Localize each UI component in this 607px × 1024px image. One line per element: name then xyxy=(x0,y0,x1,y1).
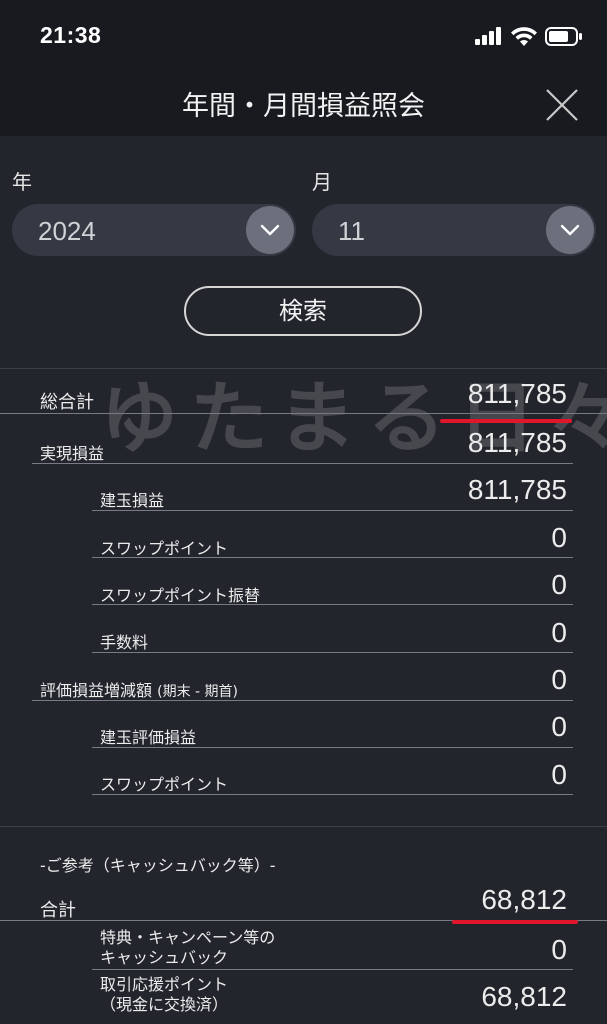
row-value: 0 xyxy=(551,522,567,553)
battery-icon xyxy=(545,26,582,46)
month-select-value: 11 xyxy=(338,216,365,246)
annotation-underline xyxy=(440,419,572,423)
status-time: 21:38 xyxy=(40,22,102,48)
row-label-suffix: (期末 - 期首) xyxy=(157,684,238,700)
status-icons xyxy=(475,26,583,46)
row-value: 0 xyxy=(551,569,567,600)
row-divider xyxy=(92,604,573,605)
row-label: スワップポイント振替 xyxy=(100,586,261,605)
section-divider xyxy=(0,826,607,827)
search-button[interactable]: 検索 xyxy=(184,286,422,336)
row-label: 特典・キャンペーン等の キャッシュバック xyxy=(100,928,276,967)
row-value: 0 xyxy=(551,759,567,790)
row-value: 811,785 xyxy=(467,378,567,409)
row-divider xyxy=(92,747,573,748)
row-label: 取引応援ポイント （現金に交換済） xyxy=(100,975,229,1014)
row-divider xyxy=(0,413,607,414)
reference-heading: -ご参考（キャッシュバック等）- xyxy=(40,856,276,875)
row-value: 0 xyxy=(551,711,567,742)
month-label: 月 xyxy=(312,170,332,194)
annotation-underline xyxy=(452,920,578,924)
row-divider xyxy=(92,652,573,653)
page-title: 年間・月間損益照会 xyxy=(182,91,425,122)
row-divider xyxy=(92,510,573,511)
row-label: スワップポイント xyxy=(100,775,229,794)
row-label: 総合計 xyxy=(40,392,94,413)
year-dropdown-button[interactable] xyxy=(246,206,294,254)
row-label: 合計 xyxy=(40,900,76,921)
year-select[interactable]: 2024 xyxy=(12,204,296,256)
month-select[interactable]: 11 xyxy=(312,204,596,256)
row-value: 68,812 xyxy=(481,884,567,915)
row-label: 手数料 xyxy=(100,633,149,652)
row-divider xyxy=(92,557,573,558)
row-value: 0 xyxy=(551,664,567,695)
chevron-down-icon xyxy=(260,224,280,236)
year-select-value: 2024 xyxy=(38,216,96,246)
row-divider xyxy=(92,969,573,970)
row-value: 0 xyxy=(551,934,567,965)
row-label: 実現損益 xyxy=(40,444,105,463)
row-value: 811,785 xyxy=(467,474,567,505)
signal-icon xyxy=(475,27,501,45)
section-divider xyxy=(0,368,607,369)
nav-bar: 年間・月間損益照会 xyxy=(0,72,607,136)
row-label: 建玉評価損益 xyxy=(100,728,197,747)
status-bar: 21:38 xyxy=(0,0,607,72)
row-divider xyxy=(32,463,573,464)
row-value: 68,812 xyxy=(481,981,567,1012)
row-divider xyxy=(92,794,573,795)
close-icon[interactable] xyxy=(545,88,579,122)
row-divider xyxy=(32,700,573,701)
screen: 21:38 年間・月間損益照会 年 月 2024 11 検索 ゆたまる日々 総合… xyxy=(0,0,607,1024)
year-label: 年 xyxy=(12,170,32,194)
row-label: 建玉損益 xyxy=(100,491,165,510)
row-label: 評価損益増減額 (期末 - 期首) xyxy=(40,681,238,700)
row-value: 811,785 xyxy=(467,427,567,458)
chevron-down-icon xyxy=(560,224,580,236)
row-label: スワップポイント xyxy=(100,539,229,558)
wifi-icon xyxy=(511,26,537,46)
row-value: 0 xyxy=(551,617,567,648)
month-dropdown-button[interactable] xyxy=(546,206,594,254)
